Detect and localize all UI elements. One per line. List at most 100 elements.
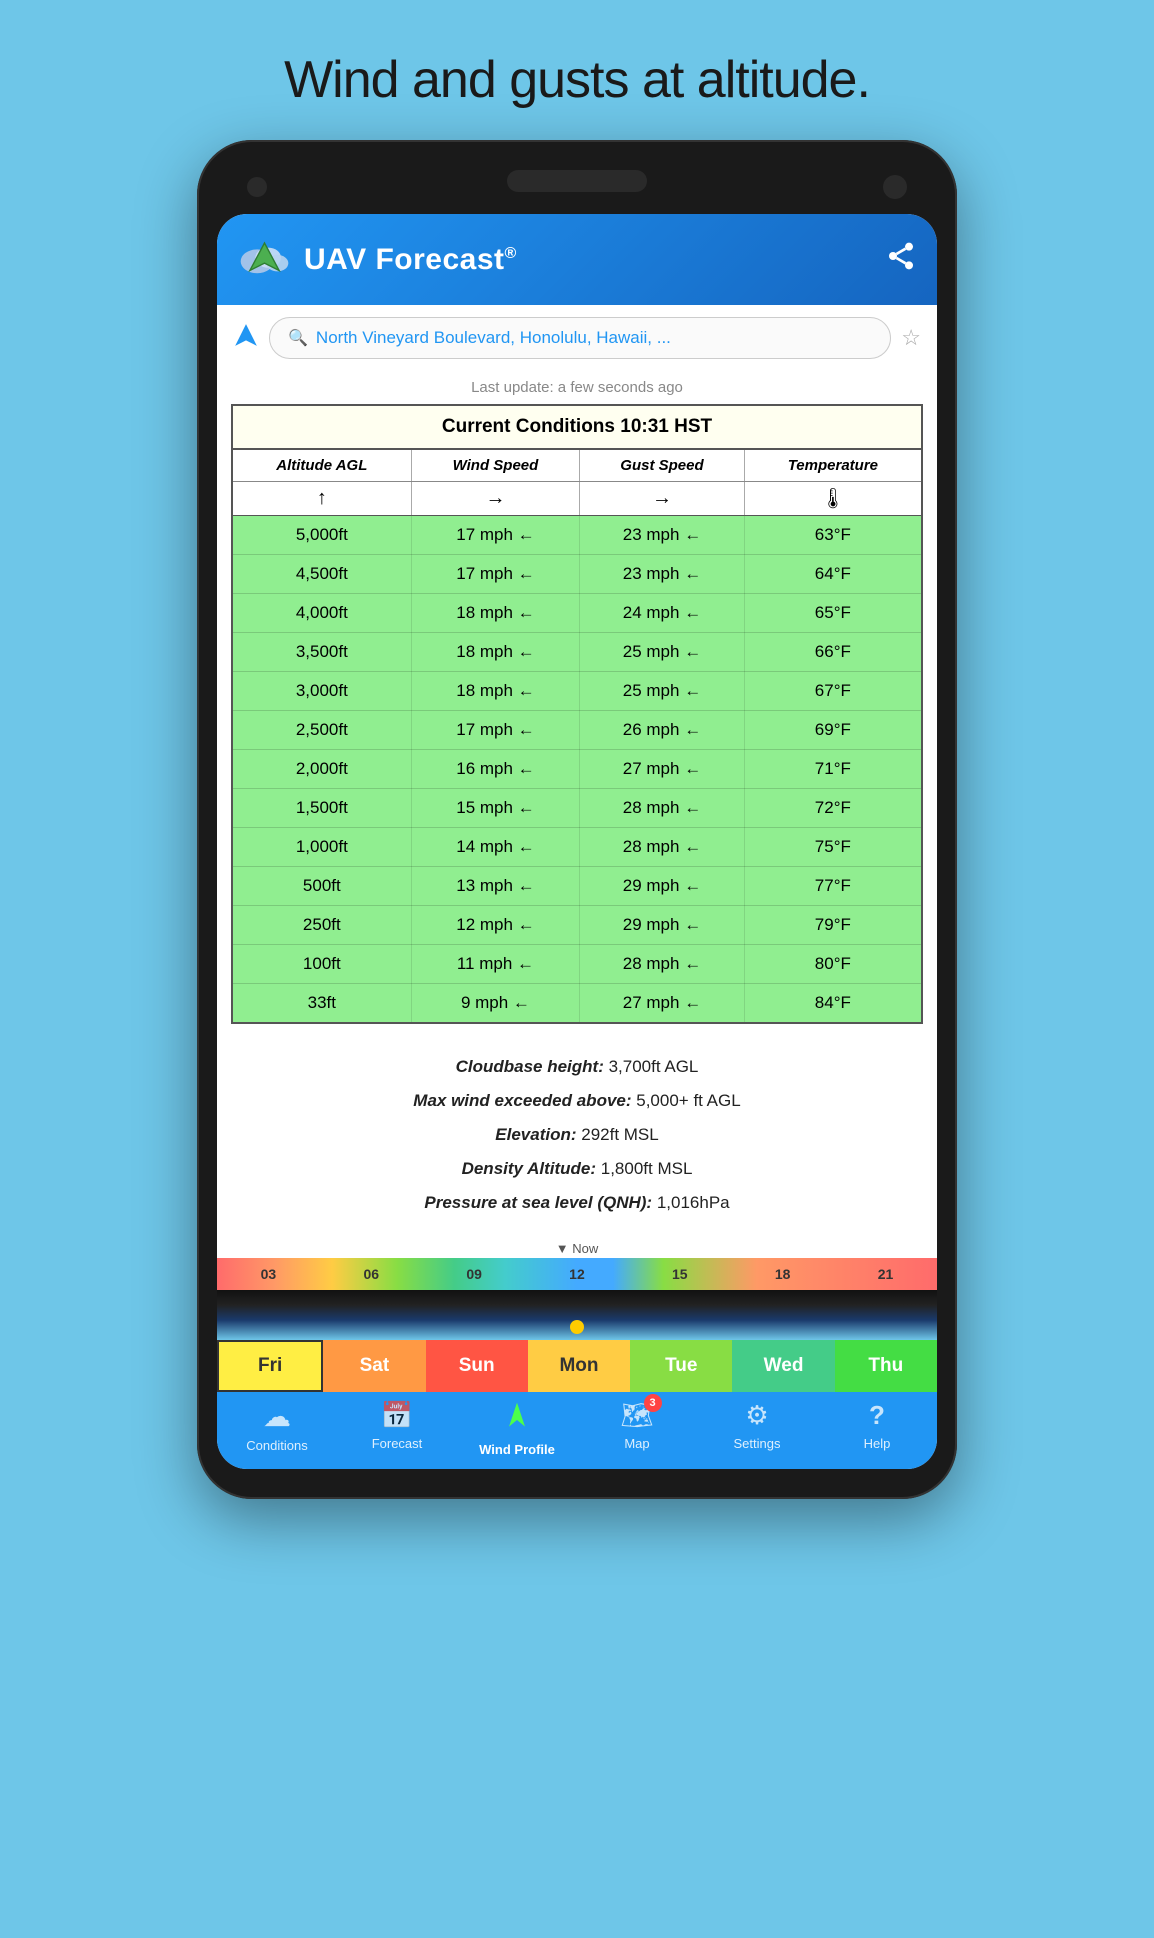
cell-temp: 71°F bbox=[744, 750, 922, 789]
cell-wind: 12 mph ← bbox=[411, 906, 580, 945]
search-bar[interactable]: 🔍 North Vineyard Boulevard, Honolulu, Ha… bbox=[269, 317, 891, 359]
col-header-wind: Wind Speed bbox=[411, 449, 580, 482]
table-row: 2,000ft16 mph ←27 mph ←71°F bbox=[232, 750, 922, 789]
cell-temp: 66°F bbox=[744, 633, 922, 672]
cell-gust: 28 mph ← bbox=[580, 945, 744, 984]
cell-wind: 18 mph ← bbox=[411, 594, 580, 633]
col-header-gust: Gust Speed bbox=[580, 449, 744, 482]
page-headline: Wind and gusts at altitude. bbox=[284, 50, 870, 110]
cell-gust: 25 mph ← bbox=[580, 672, 744, 711]
app-logo-icon bbox=[237, 232, 292, 287]
nav-label-help: Help bbox=[864, 1436, 891, 1451]
timeline-section: ▼ Now 03060912151821 bbox=[217, 1236, 937, 1340]
table-row: 3,000ft18 mph ←25 mph ←67°F bbox=[232, 672, 922, 711]
nav-item-conditions[interactable]: ☁Conditions bbox=[217, 1400, 337, 1457]
phone-speaker bbox=[507, 170, 647, 192]
timeline-position-dot bbox=[570, 1320, 584, 1334]
cell-gust: 27 mph ← bbox=[580, 750, 744, 789]
now-label: ▼ Now bbox=[556, 1241, 599, 1256]
elevation-info: Elevation: 292ft MSL bbox=[237, 1118, 917, 1152]
cell-altitude: 3,500ft bbox=[232, 633, 411, 672]
table-title: Current Conditions 10:31 HST bbox=[232, 405, 922, 449]
nav-item-settings[interactable]: ⚙ Settings bbox=[697, 1400, 817, 1457]
day-btn-tue[interactable]: Tue bbox=[630, 1340, 732, 1392]
cell-temp: 63°F bbox=[744, 516, 922, 555]
density-alt-info: Density Altitude: 1,800ft MSL bbox=[237, 1152, 917, 1186]
cell-temp: 79°F bbox=[744, 906, 922, 945]
cell-gust: 28 mph ← bbox=[580, 789, 744, 828]
day-btn-mon[interactable]: Mon bbox=[528, 1340, 630, 1392]
phone-frame: UAV Forecast® 🔍 bbox=[197, 140, 957, 1499]
day-btn-sun[interactable]: Sun bbox=[426, 1340, 528, 1392]
cell-temp: 77°F bbox=[744, 867, 922, 906]
search-area: 🔍 North Vineyard Boulevard, Honolulu, Ha… bbox=[217, 305, 937, 371]
map-badge: 3 bbox=[644, 1394, 662, 1412]
cell-gust: 25 mph ← bbox=[580, 633, 744, 672]
nav-label-wind-profile: Wind Profile bbox=[479, 1442, 555, 1457]
hour-label: 09 bbox=[466, 1266, 482, 1282]
cell-temp: 67°F bbox=[744, 672, 922, 711]
nav-label-forecast: Forecast bbox=[372, 1436, 423, 1451]
cell-temp: 84°F bbox=[744, 984, 922, 1024]
table-row: 250ft12 mph ←29 mph ←79°F bbox=[232, 906, 922, 945]
dir-gust: → bbox=[580, 482, 744, 516]
max-wind-info: Max wind exceeded above: 5,000+ ft AGL bbox=[237, 1084, 917, 1118]
dir-temp: 🌡 bbox=[744, 482, 922, 516]
table-row: 5,000ft17 mph ←23 mph ←63°F bbox=[232, 516, 922, 555]
phone-notch bbox=[217, 170, 937, 214]
nav-icon-settings: ⚙ bbox=[745, 1400, 768, 1431]
table-row: 500ft13 mph ←29 mph ←77°F bbox=[232, 867, 922, 906]
cell-wind: 18 mph ← bbox=[411, 672, 580, 711]
cell-altitude: 250ft bbox=[232, 906, 411, 945]
camera-left bbox=[247, 177, 267, 197]
cell-gust: 26 mph ← bbox=[580, 711, 744, 750]
col-header-altitude: Altitude AGL bbox=[232, 449, 411, 482]
app-title: UAV Forecast® bbox=[304, 243, 517, 277]
favorite-star-icon[interactable]: ☆ bbox=[901, 325, 921, 351]
cell-wind: 13 mph ← bbox=[411, 867, 580, 906]
cell-wind: 14 mph ← bbox=[411, 828, 580, 867]
day-btn-wed[interactable]: Wed bbox=[732, 1340, 834, 1392]
cell-altitude: 5,000ft bbox=[232, 516, 411, 555]
hour-label: 06 bbox=[363, 1266, 379, 1282]
nav-label-map: Map bbox=[624, 1436, 649, 1451]
day-btn-sat[interactable]: Sat bbox=[323, 1340, 425, 1392]
cell-altitude: 3,000ft bbox=[232, 672, 411, 711]
last-update-text: Last update: a few seconds ago bbox=[217, 371, 937, 404]
nav-item-help[interactable]: ? Help bbox=[817, 1400, 937, 1457]
location-arrow-icon[interactable] bbox=[233, 322, 259, 355]
nav-item-forecast[interactable]: 📅Forecast bbox=[337, 1400, 457, 1457]
table-row: 2,500ft17 mph ←26 mph ←69°F bbox=[232, 711, 922, 750]
nav-label-settings: Settings bbox=[734, 1436, 781, 1451]
nav-icon-help: ? bbox=[869, 1400, 885, 1431]
cell-altitude: 4,000ft bbox=[232, 594, 411, 633]
nav-item-map[interactable]: 🗺3 Map bbox=[577, 1400, 697, 1457]
hour-label: 15 bbox=[672, 1266, 688, 1282]
hour-label: 21 bbox=[878, 1266, 894, 1282]
cell-gust: 24 mph ← bbox=[580, 594, 744, 633]
nav-icon-map: 🗺3 bbox=[620, 1400, 653, 1431]
cell-gust: 27 mph ← bbox=[580, 984, 744, 1024]
cell-wind: 17 mph ← bbox=[411, 555, 580, 594]
dir-altitude: ↑ bbox=[232, 482, 411, 516]
day-btn-fri[interactable]: Fri bbox=[217, 1340, 323, 1392]
cell-temp: 80°F bbox=[744, 945, 922, 984]
timeline-hours-bar[interactable]: 03060912151821 bbox=[217, 1258, 937, 1290]
map-badge-wrapper: 🗺3 bbox=[620, 1400, 653, 1431]
table-row: 33ft9 mph ←27 mph ←84°F bbox=[232, 984, 922, 1024]
table-row: 3,500ft18 mph ←25 mph ←66°F bbox=[232, 633, 922, 672]
day-selector: FriSatSunMonTueWedThu bbox=[217, 1340, 937, 1392]
cell-altitude: 4,500ft bbox=[232, 555, 411, 594]
hour-label: 18 bbox=[775, 1266, 791, 1282]
nav-label-conditions: Conditions bbox=[246, 1438, 307, 1453]
cell-wind: 11 mph ← bbox=[411, 945, 580, 984]
share-icon[interactable] bbox=[885, 240, 917, 279]
day-btn-thu[interactable]: Thu bbox=[835, 1340, 937, 1392]
nav-item-wind-profile[interactable]: Wind Profile bbox=[457, 1400, 577, 1457]
cell-altitude: 1,000ft bbox=[232, 828, 411, 867]
table-row: 100ft11 mph ←28 mph ←80°F bbox=[232, 945, 922, 984]
data-table-container: Current Conditions 10:31 HST Altitude AG… bbox=[217, 404, 937, 1034]
cell-temp: 69°F bbox=[744, 711, 922, 750]
cell-gust: 23 mph ← bbox=[580, 516, 744, 555]
pressure-info: Pressure at sea level (QNH): 1,016hPa bbox=[237, 1186, 917, 1220]
